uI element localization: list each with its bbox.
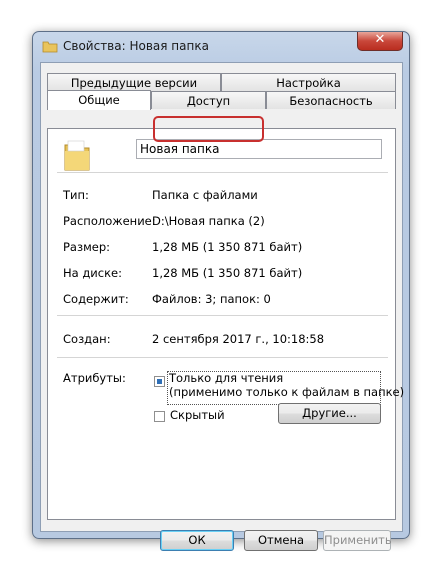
tab-label: Настройка [276,76,341,90]
cancel-button[interactable]: Отмена [244,530,318,551]
dialog-client-area: Предыдущие версии Настройка Общие Доступ… [40,62,404,551]
size-on-disk-label: На диске: [63,266,122,280]
folder-large-icon [64,140,90,171]
properties-dialog: Свойства: Новая папка ✕ Предыдущие верси… [32,31,410,551]
hidden-checkbox[interactable] [154,411,165,422]
readonly-checkbox[interactable] [154,376,165,387]
type-value: Папка с файлами [152,188,258,202]
tab-general[interactable]: Общие [47,90,151,110]
tab-label: Общие [78,93,120,107]
close-icon: ✕ [374,32,386,47]
advanced-button[interactable]: Другие... [278,403,381,424]
folder-name-input[interactable]: Новая папка [136,139,382,159]
created-label: Создан: [63,332,111,346]
created-value: 2 сентября 2017 г., 10:18:58 [152,332,325,346]
tab-sharing[interactable]: Доступ [151,91,266,109]
tab-previous-versions[interactable]: Предыдущие версии [47,73,221,91]
contains-value: Файлов: 3; папок: 0 [152,292,271,306]
divider [57,357,388,358]
type-label: Тип: [63,188,89,202]
tab-label: Безопасность [289,94,373,108]
ok-button[interactable]: ОК [160,530,234,551]
size-label: Размер: [63,240,111,254]
divider [57,315,388,316]
size-on-disk-value: 1,28 МБ (1 350 871 байт) [152,266,303,280]
hidden-label: Скрытый [170,408,225,422]
readonly-note: (применимо только к файлам в папке) [169,385,405,399]
window-title: Свойства: Новая папка [63,39,209,53]
attributes-label: Атрибуты: [63,371,126,385]
contains-label: Содержит: [63,292,129,306]
tab-label: Предыдущие версии [70,76,198,90]
tab-label: Доступ [186,94,231,108]
apply-button[interactable]: Применить [323,530,392,551]
readonly-label: Только для чтения [169,371,284,385]
tab-customize[interactable]: Настройка [221,73,396,91]
divider [57,172,388,173]
close-button[interactable]: ✕ [357,32,403,51]
location-label: Расположение: [63,214,156,228]
sharing-tab-highlight [153,116,264,142]
folder-icon [42,41,58,53]
location-value: D:\Новая папка (2) [152,214,265,228]
size-value: 1,28 МБ (1 350 871 байт) [152,240,303,254]
general-tab-panel: Новая папка Тип: Папка с файлами Располо… [47,128,404,520]
tab-security[interactable]: Безопасность [266,91,396,109]
